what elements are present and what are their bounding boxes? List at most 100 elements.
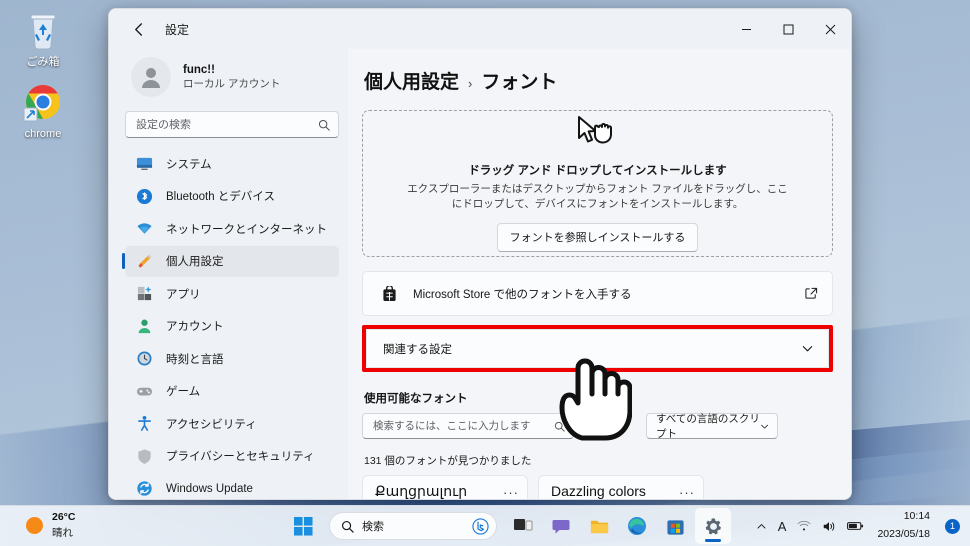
sidebar-item-accessibility[interactable]: アクセシビリティ (125, 408, 339, 439)
font-sample-line1: Dazzling colors (551, 483, 646, 499)
battery-icon[interactable] (847, 520, 864, 532)
store-fonts-card[interactable]: Microsoft Store で他のフォントを入手する (362, 271, 833, 316)
tray-chevron-up-icon[interactable] (756, 521, 767, 532)
sidebar-item-accounts[interactable]: アカウント (125, 311, 339, 342)
desktop-icon-recycle-bin[interactable]: ごみ箱 (6, 8, 80, 68)
accessibility-icon (135, 415, 153, 433)
monitor-icon (135, 155, 153, 173)
font-sample: Dazzling colors of an ... (551, 483, 646, 499)
speaker-icon[interactable] (822, 520, 836, 533)
sidebar-item-label: 個人用設定 (166, 256, 224, 268)
clock-time: 10:14 (903, 510, 930, 523)
start-button[interactable] (285, 508, 321, 544)
taskbar-search-label: 検索 (362, 521, 384, 533)
sidebar-item-privacy-security[interactable]: プライバシーとセキュリティ (125, 441, 339, 472)
sidebar-item-label: アカウント (166, 321, 224, 333)
main-content: 個人用設定 › フォント ドラッグ アンド ドロップしてインストールします エク… (348, 49, 851, 499)
taskbar-file-explorer-button[interactable] (581, 508, 617, 544)
chevron-down-icon[interactable] (801, 342, 814, 355)
font-sample: Քաղցրալուր ամպերը (375, 483, 467, 499)
sidebar-item-gaming[interactable]: ゲーム (125, 376, 339, 407)
font-grid: Քաղցրալուր ամպերը ··· Dazzling colors of… (362, 475, 833, 499)
drag-drop-cursor-icon (575, 115, 621, 154)
back-button[interactable] (123, 14, 155, 44)
window-controls (725, 9, 851, 49)
account-tile[interactable]: func!! ローカル アカウント (125, 49, 339, 109)
taskbar-search[interactable]: 検索 (329, 512, 497, 540)
dropzone-description: エクスプローラーまたはデスクトップからフォント ファイルをドラッグし、ここにドロ… (407, 182, 788, 210)
font-count-label: 131 個のフォントが見つかりました (364, 455, 532, 467)
breadcrumb-parent[interactable]: 個人用設定 (364, 67, 459, 94)
sidebar-item-bluetooth-devices[interactable]: Bluetooth とデバイス (125, 181, 339, 212)
external-link-icon (805, 287, 818, 300)
sidebar-item-personalization[interactable]: 個人用設定 (122, 245, 339, 277)
font-search-box[interactable] (362, 413, 574, 439)
breadcrumb: 個人用設定 › フォント (362, 59, 833, 110)
sidebar-item-system[interactable]: システム (125, 148, 339, 179)
account-name: func!! (183, 63, 215, 76)
taskbar-weather-widget[interactable]: 26°C 晴れ (26, 511, 75, 541)
desktop-icon-label: ごみ箱 (26, 56, 60, 68)
desktop-icon-chrome[interactable]: chrome (6, 80, 80, 140)
dropzone-title: ドラッグ アンド ドロップしてインストールします (468, 164, 727, 177)
close-icon (825, 24, 835, 34)
sidebar-item-label: アクセシビリティ (166, 418, 257, 431)
taskbar-microsoft-store-button[interactable] (657, 508, 693, 544)
breadcrumb-separator: › (468, 76, 473, 91)
ime-indicator[interactable]: A (778, 519, 787, 534)
taskbar-settings-button[interactable] (695, 508, 731, 544)
wifi-icon[interactable] (797, 520, 811, 532)
sidebar-nav: システム Bluetooth とデバイス ネットワークとインターネット 個人用設… (122, 148, 339, 499)
sidebar-item-windows-update[interactable]: Windows Update (125, 473, 339, 499)
maximize-button[interactable] (767, 9, 809, 49)
minimize-button[interactable] (725, 9, 767, 49)
font-card[interactable]: Քաղցրալուր ամպերը ··· (362, 475, 528, 499)
sidebar-item-apps[interactable]: アプリ (125, 278, 339, 309)
search-icon (554, 421, 565, 432)
taskbar-task-view-button[interactable] (505, 508, 541, 544)
related-settings-highlight: 関連する設定 (362, 325, 833, 372)
weather-condition: 晴れ (52, 526, 73, 539)
sidebar-item-label: ネットワークとインターネット (166, 223, 327, 236)
sidebar-item-label: Windows Update (166, 482, 253, 495)
font-search-input[interactable] (373, 420, 554, 432)
browse-install-fonts-button[interactable]: フォントを参照しインストールする (496, 223, 699, 253)
chevron-down-icon (761, 424, 768, 429)
chat-icon (552, 520, 570, 534)
taskbar-edge-button[interactable] (619, 508, 655, 544)
system-tray: A 10:14 2023/05/18 1 (756, 510, 960, 542)
sidebar-item-network[interactable]: ネットワークとインターネット (125, 213, 339, 244)
related-settings-row[interactable]: 関連する設定 (366, 329, 829, 368)
edge-icon (628, 517, 646, 535)
notification-badge[interactable]: 1 (945, 518, 960, 534)
font-dropzone[interactable]: ドラッグ アンド ドロップしてインストールします エクスプローラーまたはデスクト… (362, 110, 833, 257)
font-card-more-button[interactable]: ··· (679, 483, 695, 499)
update-icon (135, 480, 153, 498)
folder-icon (590, 520, 608, 533)
taskbar-center-group: 検索 (285, 508, 731, 544)
window-titlebar: 設定 (109, 9, 851, 49)
taskbar-chat-button[interactable] (543, 508, 579, 544)
page-title: フォント (481, 72, 558, 93)
close-button[interactable] (809, 9, 851, 49)
font-sample-line1: Քաղցրալուր (375, 483, 468, 499)
wifi-icon (135, 220, 153, 238)
bing-chat-icon[interactable] (472, 517, 489, 535)
store-icon (379, 285, 399, 302)
sidebar-item-label: Bluetooth とデバイス (166, 191, 275, 203)
sidebar-item-label: システム (166, 158, 212, 171)
maximize-icon (783, 24, 793, 34)
gamepad-icon (135, 382, 153, 400)
sidebar-item-label: アプリ (166, 288, 201, 301)
gear-icon (705, 517, 721, 535)
person-icon (142, 68, 160, 88)
weather-temperature: 26°C (52, 510, 76, 523)
settings-search[interactable] (125, 111, 339, 138)
taskbar-clock[interactable]: 10:14 2023/05/18 (877, 510, 930, 542)
sun-icon (26, 517, 43, 535)
script-filter-dropdown[interactable]: すべての言語のスクリプト (646, 413, 778, 440)
search-input[interactable] (136, 118, 318, 131)
font-card[interactable]: Dazzling colors of an ... ··· (538, 475, 704, 499)
font-card-more-button[interactable]: ··· (503, 483, 519, 499)
sidebar-item-time-language[interactable]: 時刻と言語 (125, 343, 339, 374)
